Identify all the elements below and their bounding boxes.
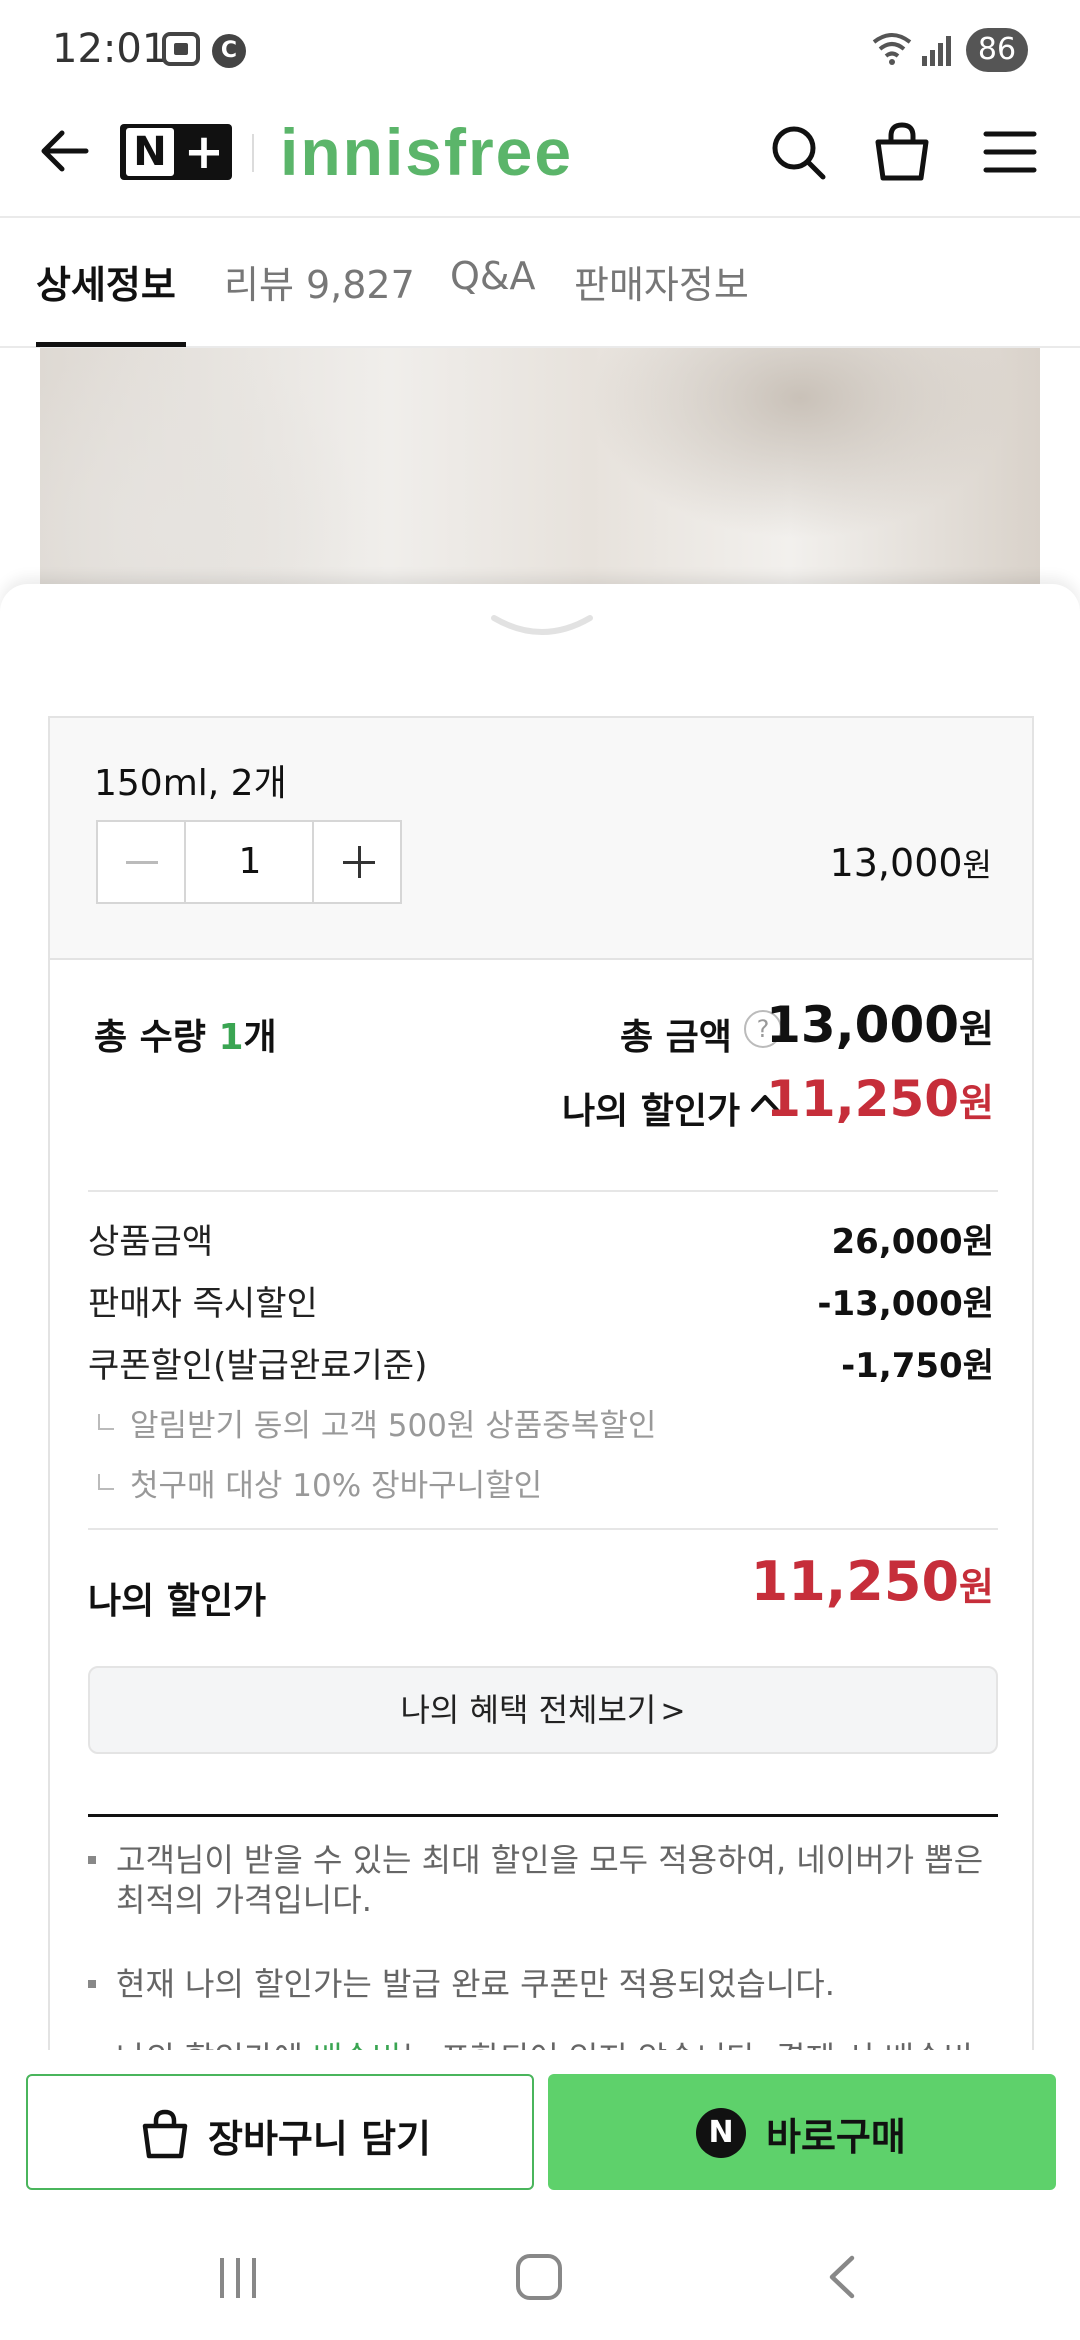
product-image (40, 348, 1040, 588)
breakdown-label: 상품금액 (88, 1222, 214, 1262)
quantity-value[interactable]: 1 (188, 822, 314, 902)
shopping-bag-icon[interactable] (872, 120, 932, 182)
home-icon[interactable] (516, 2254, 562, 2300)
sub-discount-item: 첫구매 대상 10% 장바구니할인 (98, 1460, 542, 1505)
section-divider (88, 1814, 998, 1817)
active-tab-indicator (36, 342, 186, 347)
total-amount: 13,000원 (766, 996, 994, 1054)
add-to-cart-button[interactable]: 장바구니 담기 (26, 2074, 534, 2190)
tab-reviews[interactable]: 리뷰 9,827 (224, 254, 415, 309)
back-arrow-icon[interactable] (36, 122, 94, 180)
purchase-sheet: 150ml, 2개 1 13,000원 총 수량 1개 총 금액 ? 13,00… (0, 584, 1080, 2054)
my-discount-price: 11,250원 (766, 1070, 994, 1128)
add-to-cart-label: 장바구니 담기 (208, 2117, 431, 2161)
action-bar: 장바구니 담기 N 바로구매 (0, 2050, 1080, 2210)
brand-logo[interactable]: innisfree (280, 114, 573, 190)
shopping-bag-icon (140, 2108, 190, 2160)
breakdown-value: 26,000원 (831, 1222, 994, 1262)
option-price: 13,000원 (829, 841, 992, 885)
system-nav-bar (0, 2210, 1080, 2340)
view-all-benefits-button[interactable]: 나의 혜택 전체보기 > (88, 1666, 998, 1754)
naver-n-mark: N (126, 128, 174, 176)
brand-divider (252, 134, 254, 172)
buy-now-label: 바로구매 (766, 2115, 906, 2159)
increase-quantity-button[interactable] (316, 822, 402, 902)
hamburger-menu-icon[interactable] (982, 124, 1038, 180)
sub-discount-item: 알림받기 동의 고객 500원 상품중복할인 (98, 1400, 656, 1445)
status-time: 12:01 (52, 26, 168, 72)
notice-item: 현재 나의 할인가는 발급 완료 쿠폰만 적용되었습니다. (88, 1964, 998, 2004)
notice-item: 고객님이 받을 수 있는 최대 할인을 모두 적용하여, 네이버가 뽑은 최적의… (88, 1840, 998, 1920)
final-discount-price: 11,250원 (750, 1550, 994, 1613)
plus-mark: + (183, 124, 225, 180)
breakdown-label: 쿠폰할인(발급완료기준) (88, 1346, 428, 1386)
quantity-stepper: 1 (96, 820, 402, 904)
naver-plus-logo[interactable]: N + (120, 124, 232, 180)
divider (88, 1190, 998, 1192)
status-bar: 12:01 C 86 (0, 0, 1080, 100)
breakdown-value: -1,750원 (841, 1346, 994, 1386)
total-amount-label: 총 금액 (620, 1017, 732, 1058)
my-discount-label[interactable]: 나의 할인가 (562, 1082, 740, 1134)
c-icon: C (212, 34, 246, 68)
decrease-quantity-button[interactable] (98, 822, 186, 902)
breakdown-label: 판매자 즉시할인 (88, 1284, 318, 1324)
chevron-right-icon: > (660, 1694, 686, 1729)
tab-detail[interactable]: 상세정보 (36, 254, 176, 309)
sheet-collapse-handle-icon[interactable] (490, 612, 594, 640)
breakdown-value: -13,000원 (817, 1284, 994, 1324)
product-tabs: 상세정보 리뷰 9,827 Q&A 판매자정보 (0, 218, 1080, 348)
naver-pay-icon: N (696, 2108, 746, 2158)
option-name: 150ml, 2개 (94, 763, 287, 804)
wifi-icon (872, 30, 912, 75)
screenshot-icon (162, 32, 200, 66)
search-icon[interactable] (768, 122, 828, 182)
total-quantity: 총 수량 1개 (94, 1017, 277, 1058)
price-summary: 총 수량 1개 총 금액 ? 13,000원 나의 할인가 11,250원 상품… (48, 958, 1034, 2054)
selected-option: 150ml, 2개 1 13,000원 (48, 716, 1034, 960)
divider (88, 1528, 998, 1530)
battery-indicator: 86 (966, 28, 1028, 72)
signal-icon (920, 34, 954, 66)
recent-apps-icon[interactable] (216, 2258, 260, 2298)
tab-qna[interactable]: Q&A (450, 254, 536, 298)
app-header: N + innisfree (0, 100, 1080, 218)
tab-seller-info[interactable]: 판매자정보 (574, 254, 749, 309)
buy-now-button[interactable]: N 바로구매 (548, 2074, 1056, 2190)
nav-back-icon[interactable] (820, 2254, 866, 2300)
final-discount-label: 나의 할인가 (88, 1581, 267, 1622)
